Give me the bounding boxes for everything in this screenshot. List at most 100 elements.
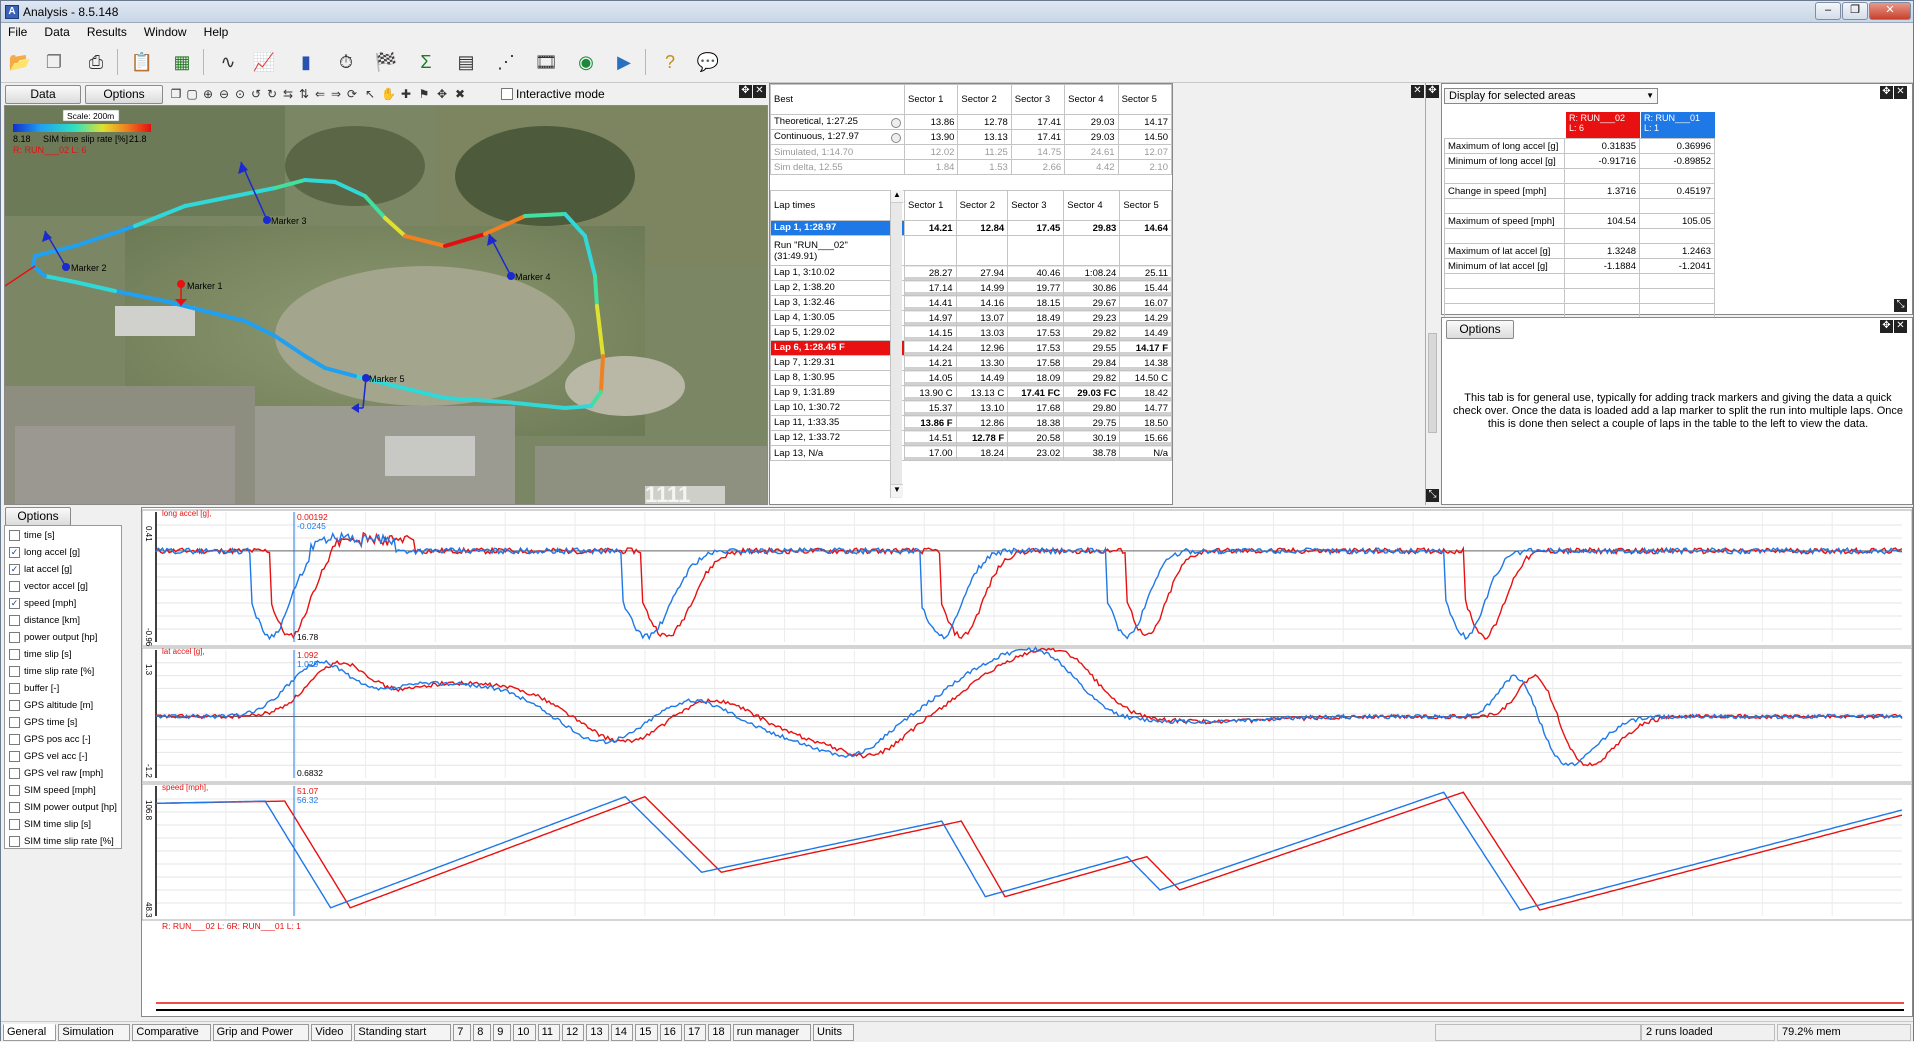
lap-row[interactable]: Lap 7, 1:29.31 14.21 13.30 17.58 29.84 14.38 [770, 355, 1172, 371]
channel-checkbox[interactable] [9, 580, 20, 592]
stopwatch-icon[interactable]: ⏱ [331, 47, 361, 77]
best-row[interactable]: Theoretical, 1:27.25 13.86 12.78 17.41 29.03… [770, 114, 1173, 130]
lap-row[interactable]: Lap 8, 1:30.95 14.05 14.49 18.09 29.82 14.50 … [770, 370, 1172, 386]
menu-results[interactable]: Results [80, 23, 134, 41]
tab-4[interactable]: Video [311, 1024, 353, 1041]
tab-2[interactable]: Comparative [132, 1024, 211, 1041]
best-row[interactable]: Sim delta, 12.55 1.84 1.53 2.66 4.42 2.10 [770, 159, 1173, 175]
interactive-mode-checkbox[interactable] [501, 88, 513, 100]
channel-checkbox[interactable]: ✓ [9, 563, 20, 575]
tab-14[interactable]: 15 [635, 1024, 658, 1041]
chart-panel-2[interactable]: speed [mph],106.848.351.0756.32R: RUN___… [141, 783, 1913, 931]
channel-item[interactable]: distance [km] [7, 613, 119, 629]
tab-8[interactable]: 9 [493, 1024, 512, 1041]
data-tab[interactable]: Data [5, 85, 81, 104]
lap-panel-resize-icon[interactable]: ⤡ [1426, 489, 1439, 502]
channel-checkbox[interactable] [9, 733, 20, 745]
tab-10[interactable]: 11 [537, 1024, 560, 1041]
channel-checkbox[interactable] [9, 716, 20, 728]
stats-close-icon[interactable]: ✕ [1894, 86, 1907, 99]
lap-row[interactable]: Lap 6, 1:28.45 F 14.24 12.96 17.53 29.55 14.1… [770, 340, 1172, 356]
tab-7[interactable]: 8 [473, 1024, 492, 1041]
info-options-button[interactable]: Options [1446, 320, 1514, 339]
map-print-icon[interactable]: ▢ [185, 87, 199, 101]
info-maximize-icon[interactable]: ✥ [1880, 320, 1893, 333]
chart-panel-1[interactable]: lat accel [g],1.3-1.21.0921.0290.6832 [141, 646, 1913, 783]
channel-checkbox[interactable] [9, 682, 20, 694]
chart-canvas[interactable]: long accel [g],0.41-0.960.00192-0.024516… [141, 508, 1913, 1016]
tab-6[interactable]: 7 [453, 1024, 472, 1041]
channel-item[interactable]: ✓ lat accel [g] [7, 562, 119, 578]
hand-icon[interactable]: ✋ [381, 87, 396, 101]
line-chart-icon[interactable]: 📈 [249, 47, 279, 77]
tab-0[interactable]: General [3, 1024, 57, 1041]
zoom-in-icon[interactable]: ⊕ [201, 87, 215, 101]
tab-16[interactable]: 17 [684, 1024, 707, 1041]
add-marker-icon[interactable]: ✚ [399, 87, 413, 101]
channel-checkbox[interactable]: ✓ [9, 597, 20, 609]
channel-checkbox[interactable] [9, 631, 20, 643]
add-lap-marker-icon[interactable]: ⚑ [417, 87, 431, 101]
tab-18[interactable]: run manager [732, 1024, 811, 1041]
chart-panel-0[interactable]: long accel [g],0.41-0.960.00192-0.024516… [141, 509, 1913, 647]
tab-3[interactable]: Grip and Power [212, 1024, 310, 1041]
scatter-chart-icon[interactable]: ⋰ [491, 47, 521, 77]
channel-item[interactable]: SIM time slip [s] [7, 817, 119, 833]
menu-window[interactable]: Window [137, 23, 194, 41]
checkered-flag-icon[interactable]: 🏁 [371, 47, 401, 77]
channel-checkbox[interactable] [9, 665, 20, 677]
lap-row[interactable]: Lap 1, 3:10.02 28.27 27.94 40.46 1:08.24 25.1… [770, 265, 1172, 281]
pointer-icon[interactable]: ↖ [363, 87, 377, 101]
excel-export-icon[interactable]: ▦ [167, 47, 197, 77]
lap-row[interactable]: Lap 9, 1:31.89 13.90 C 13.13 C 17.41 FC 29.0… [770, 385, 1172, 401]
lap-panel-close-icon[interactable]: ✕ [1411, 85, 1424, 98]
channel-item[interactable]: time slip rate [%] [7, 664, 119, 680]
channel-item[interactable]: GPS vel raw [mph] [7, 766, 119, 782]
lap-row[interactable]: Lap 3, 1:32.46 14.41 14.16 18.15 29.67 16.07 [770, 295, 1172, 311]
restore-button[interactable]: ❐ [1842, 2, 1868, 20]
print-icon[interactable]: ⎙ [81, 47, 111, 77]
flip-h-icon[interactable]: ⇆ [281, 87, 295, 101]
refresh-icon[interactable]: ⟳ [345, 87, 359, 101]
channel-item[interactable]: ✓ speed [mph] [7, 596, 119, 612]
channel-item[interactable]: time [s] [7, 528, 119, 544]
arrow-left-icon[interactable]: ⇐ [313, 87, 327, 101]
channel-checkbox[interactable] [9, 699, 20, 711]
tab-17[interactable]: 18 [708, 1024, 731, 1041]
tab-13[interactable]: 14 [610, 1024, 634, 1041]
channel-checkbox[interactable]: ✓ [9, 546, 20, 558]
stats-resize-icon[interactable]: ⤡ [1894, 299, 1907, 312]
zoom-out-icon[interactable]: ⊖ [217, 87, 231, 101]
map-copy-icon[interactable]: ❐ [169, 87, 183, 101]
channel-item[interactable]: vector accel [g] [7, 579, 119, 595]
channels-options-button[interactable]: Options [5, 507, 71, 526]
options-tab[interactable]: Options [85, 85, 163, 104]
channel-item[interactable]: buffer [-] [7, 681, 119, 697]
gauge-icon[interactable]: ◉ [571, 47, 601, 77]
menu-file[interactable]: File [1, 23, 34, 41]
menu-data[interactable]: Data [37, 23, 76, 41]
channel-item[interactable]: GPS pos acc [-] [7, 732, 119, 748]
flip-v-icon[interactable]: ⇅ [297, 87, 311, 101]
lap-row[interactable]: Lap 4, 1:30.05 14.97 13.07 18.49 29.23 14.29 [770, 310, 1172, 326]
time-series-charts[interactable]: long accel [g], 0.41 -0.96 0.00192 -0.0245 16… [141, 507, 1913, 1017]
lap-row[interactable]: Lap 5, 1:29.02 14.15 13.03 17.53 29.82 14.49 [770, 325, 1172, 341]
track-map-canvas[interactable]: 1111 Scale: 200m 8.18 SIM time slip rate… [5, 106, 768, 505]
film-icon[interactable]: 🎞 [531, 47, 561, 77]
tab-1[interactable]: Simulation [58, 1024, 131, 1041]
tab-19[interactable]: Units [813, 1024, 854, 1041]
delete-marker-icon[interactable]: ✖ [453, 87, 467, 101]
channel-item[interactable]: power output [hp] [7, 630, 119, 646]
rotate-left-icon[interactable]: ↺ [249, 87, 263, 101]
zoom-fit-icon[interactable]: ⊙ [233, 87, 247, 101]
channel-item[interactable]: GPS altitude [m] [7, 698, 119, 714]
best-row[interactable]: Continuous, 1:27.97 13.90 13.13 17.41 29.03 1… [770, 129, 1173, 145]
best-row[interactable]: Simulated, 1:14.70 12.02 11.25 14.75 24.61 12… [770, 144, 1173, 160]
track-map[interactable]: 1111 Scale: 200m 8.18 SIM time slip rate… [4, 105, 768, 505]
copy-icon[interactable]: ❐ [39, 47, 69, 77]
channel-checkbox[interactable] [9, 529, 20, 541]
rotate-right-icon[interactable]: ↻ [265, 87, 279, 101]
info-close-icon[interactable]: ✕ [1894, 320, 1907, 333]
bar-chart-icon[interactable]: ▮ [291, 47, 321, 77]
channel-item[interactable]: time slip [s] [7, 647, 119, 663]
